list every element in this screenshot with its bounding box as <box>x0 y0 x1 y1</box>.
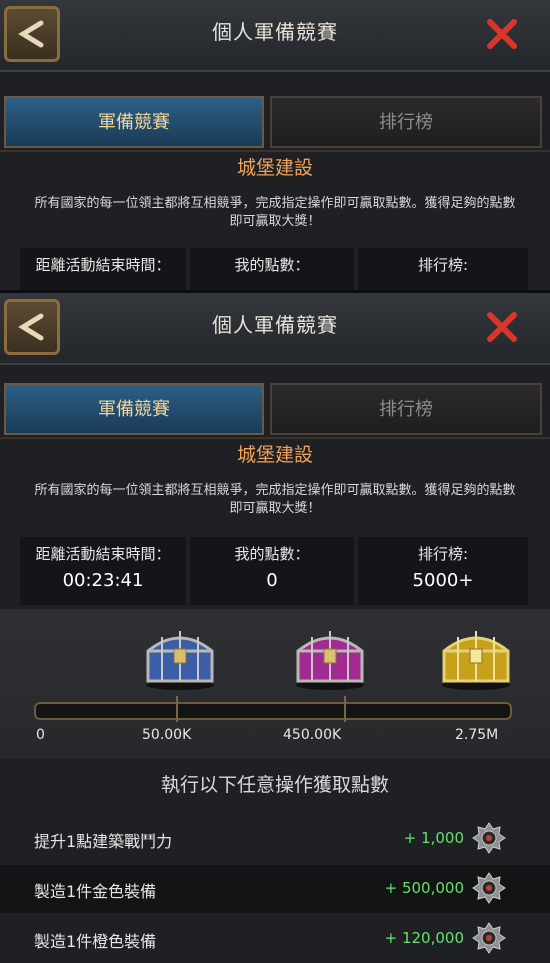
task-label: 提升1點建築戰鬥力 <box>34 832 173 851</box>
task-label: 製造1件金色裝備 <box>34 882 157 901</box>
task-row: 製造1件橙色裝備 + 120,000 <box>0 915 550 963</box>
rank-box: 排行榜: <box>358 248 528 290</box>
close-icon[interactable] <box>486 18 518 50</box>
time-left-label: 距離活動結束時間： <box>35 545 171 563</box>
top-panel: 個人軍備競賽 軍備競賽 排行榜 城堡建設 所有國家的每一位領主都將互相競爭，完成… <box>0 0 550 290</box>
time-left-value: 00:23:41 <box>62 570 144 591</box>
rank-label: 排行榜: <box>417 256 469 274</box>
rewards-panel: 0 50.00K 450.00K 2.75M <box>0 609 550 759</box>
stats-row: 距離活動結束時間： 00:23:41 我的點數： 0 排行榜: 5000+ <box>20 537 528 605</box>
event-description: 所有國家的每一位領主都將互相競爭，完成指定操作即可贏取點數。獲得足夠的點數即可贏… <box>34 483 516 516</box>
my-points-label: 我的點數： <box>234 545 310 563</box>
progress-tick <box>344 696 346 722</box>
rank-box: 排行榜: 5000+ <box>358 537 528 605</box>
progress-mark: 50.00K <box>142 727 192 743</box>
time-left-box: 距離活動結束時間： 00:23:41 <box>20 537 186 605</box>
rank-label: 排行榜: <box>417 545 469 563</box>
progress-mark: 2.75M <box>455 727 499 743</box>
tasks-title: 執行以下任意操作獲取點數 <box>160 774 389 796</box>
close-icon[interactable] <box>486 311 518 343</box>
progress-tick <box>176 696 178 722</box>
time-left-box: 距離活動結束時間： <box>20 248 186 290</box>
window-title: 個人軍備競賽 <box>212 20 338 44</box>
window-title: 個人軍備競賽 <box>212 313 338 337</box>
my-points-value: 0 <box>266 570 278 591</box>
event-description: 所有國家的每一位領主都將互相競爭，完成指定操作即可贏取點數。獲得足夠的點數即可贏… <box>34 196 516 229</box>
gold-chest-icon[interactable] <box>436 621 516 691</box>
tab-leaderboard[interactable]: 排行榜 <box>270 96 542 148</box>
tab-arms-race[interactable]: 軍備競賽 <box>4 383 264 435</box>
tab-bar: 軍備競賽 排行榜 <box>4 383 546 437</box>
task-points: + 500,000 <box>384 879 464 897</box>
tab-arms-race[interactable]: 軍備競賽 <box>4 96 264 148</box>
rank-value: 5000+ <box>412 570 474 591</box>
time-left-label: 距離活動結束時間： <box>35 256 171 274</box>
points-progress-bar <box>34 696 512 722</box>
stats-row: 距離活動結束時間： 我的點數： 排行榜: <box>20 248 528 290</box>
purple-chest-icon[interactable] <box>290 621 370 691</box>
task-points: + 120,000 <box>384 929 464 947</box>
blue-chest-icon[interactable] <box>140 621 220 691</box>
header-bar: 個人軍備競賽 <box>0 293 550 365</box>
main-panel: 個人軍備競賽 軍備競賽 排行榜 城堡建設 所有國家的每一位領主都將互相競爭，完成… <box>0 293 550 963</box>
my-points-box: 我的點數： <box>190 248 354 290</box>
points-badge-icon <box>472 822 506 854</box>
tab-bar: 軍備競賽 排行榜 <box>4 96 546 150</box>
progress-mark: 450.00K <box>283 727 342 743</box>
header-bar: 個人軍備競賽 <box>0 0 550 72</box>
tab-leaderboard[interactable]: 排行榜 <box>270 383 542 435</box>
progress-mark: 0 <box>36 727 45 743</box>
tab-divider <box>0 437 550 439</box>
task-row: 製造1件金色裝備 + 500,000 <box>0 865 550 913</box>
my-points-label: 我的點數： <box>234 256 310 274</box>
task-points: + 1,000 <box>403 829 464 847</box>
my-points-box: 我的點數： 0 <box>190 537 354 605</box>
task-row: 提升1點建築戰鬥力 + 1,000 <box>0 815 550 863</box>
task-label: 製造1件橙色裝備 <box>34 932 157 951</box>
section-title: 城堡建設 <box>236 157 313 179</box>
section-title: 城堡建設 <box>236 444 313 466</box>
tab-divider <box>0 150 550 152</box>
points-badge-icon <box>472 922 506 954</box>
points-badge-icon <box>472 872 506 904</box>
